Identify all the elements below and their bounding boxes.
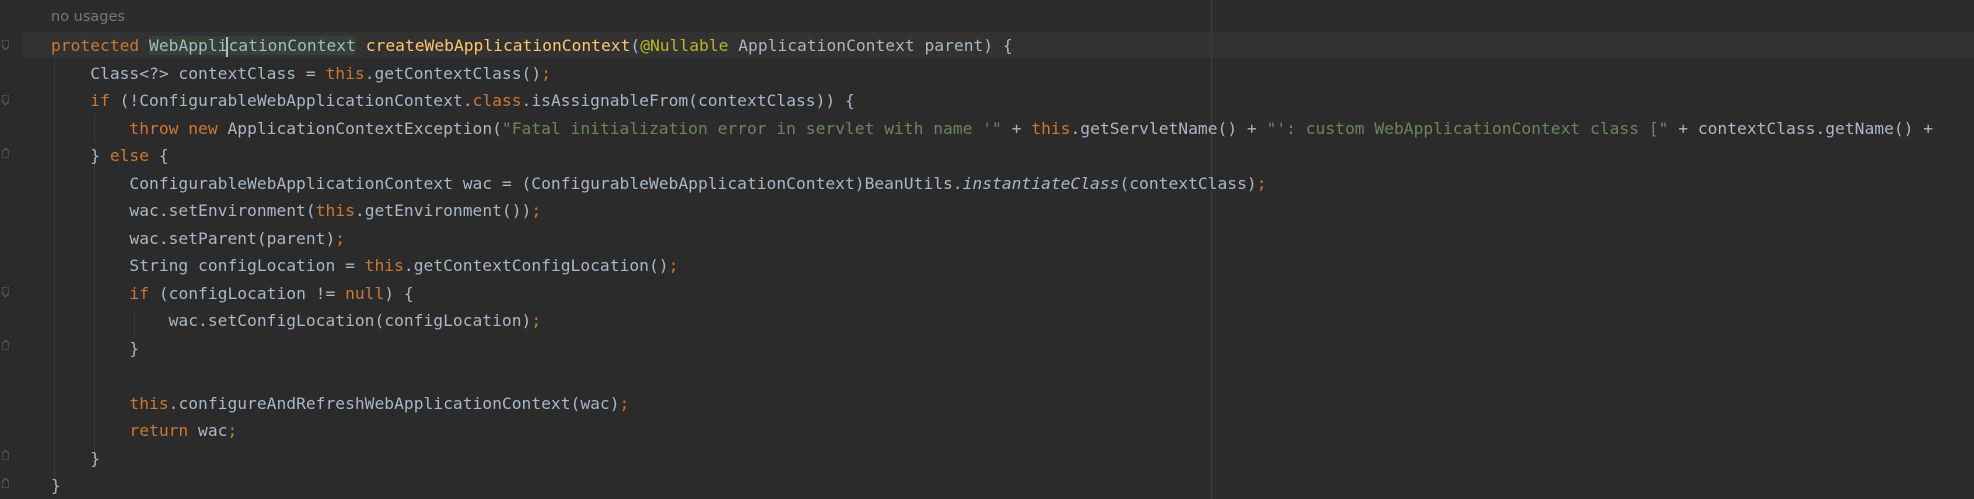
code-line[interactable]: } [51,445,100,472]
code-line[interactable]: } [51,335,139,362]
code-token: wac [188,421,228,440]
fold-marker-icon[interactable] [2,287,9,297]
code-token: ; [335,228,346,248]
code-line[interactable]: throw new ApplicationContextException("F… [51,115,1933,142]
code-token: } [51,448,101,468]
code-line[interactable]: ConfigurableWebApplicationContext wac = … [51,170,1267,197]
code-token: else [109,146,150,165]
code-line[interactable]: if (!ConfigurableWebApplicationContext.c… [51,87,855,114]
code-token: throw new [129,118,218,138]
code-token: } [51,146,110,165]
code-token: null [345,283,385,303]
code-token: ; [227,421,238,440]
code-token: ; [619,393,630,413]
code-token: if [90,91,110,110]
code-line[interactable]: this.configureAndRefreshWebApplicationCo… [51,390,629,417]
code-token: ; [1256,173,1267,193]
code-token: ConfigurableWebApplicationContext wac = … [51,173,963,193]
code-token: ( [630,36,641,55]
code-token: (!ConfigurableWebApplicationContext. [109,91,473,110]
code-editor[interactable]: no usages protected WebApplicationContex… [0,0,1974,499]
code-token: "Fatal initialization error in servlet w… [501,118,1002,138]
code-token: ApplicationContextException( [217,118,502,138]
right-margin-guide [1211,0,1212,499]
code-token: .isAssignableFrom(contextClass)) { [521,91,855,110]
fold-marker-icon[interactable] [2,478,9,488]
text-caret [226,36,229,57]
code-token: "': custom WebApplicationContext class [… [1266,118,1669,138]
code-token: .getContextConfigLocation() [403,256,669,275]
code-token: } [51,338,140,358]
code-token: ; [531,201,542,220]
code-token: + [1001,118,1032,138]
code-token: ; [668,256,679,275]
code-token: (contextClass) [1119,173,1257,193]
editor-gutter [0,0,22,499]
code-token: .getEnvironment()) [354,201,532,220]
code-token: class [472,91,522,110]
code-token: this [1031,118,1071,138]
code-token: protected [51,36,140,55]
code-token: wac.setConfigLocation(configLocation) [51,311,532,330]
code-token: createWebApplicationContext [365,36,631,55]
code-line[interactable]: wac.setConfigLocation(configLocation); [51,307,542,334]
code-token: ; [531,311,542,330]
code-token: @Nullable [640,36,729,55]
code-line[interactable]: wac.setParent(parent); [51,225,345,252]
code-line[interactable]: String configLocation = this.getContextC… [51,252,678,279]
code-token: this [315,201,355,220]
code-token: this [129,393,169,413]
code-line[interactable]: } [51,472,61,499]
code-token: + contextClass.getName() + [1668,118,1934,138]
fold-marker-icon[interactable] [2,40,9,50]
code-line[interactable]: wac.setEnvironment(this.getEnvironment()… [51,197,541,224]
code-token: .getContextClass() [364,63,542,83]
code-token: } [51,476,61,495]
code-line[interactable]: return wac; [51,417,237,444]
code-token: this [364,256,404,275]
code-token: ; [541,63,551,83]
fold-marker-icon[interactable] [2,450,9,460]
code-token: return [129,421,189,440]
code-token: WebApplicationContext [149,36,356,57]
code-token: Class<?> contextClass = [51,63,326,83]
code-token: (configLocation != [149,283,346,303]
code-line[interactable]: protected WebApplicationContext createWe… [51,32,1013,59]
fold-marker-icon[interactable] [2,148,9,158]
code-token: .getServletName() + [1070,118,1267,138]
code-line[interactable]: if (configLocation != null) { [51,280,414,307]
code-token: { [149,146,169,165]
fold-marker-icon[interactable] [2,95,9,105]
code-token: instantiateClass [962,173,1120,193]
usages-hint[interactable]: no usages [51,4,125,31]
code-token: .configureAndRefreshWebApplicationContex… [168,393,620,413]
code-token: if [129,283,150,303]
code-token: ApplicationContext parent) { [728,36,1013,55]
code-line[interactable]: Class<?> contextClass = this.getContextC… [51,60,551,87]
code-line[interactable]: } else { [51,142,169,169]
fold-marker-icon[interactable] [2,340,9,350]
code-token: this [325,63,365,83]
code-token: wac.setEnvironment( [51,201,316,220]
code-token: ) { [384,283,414,303]
code-token: String configLocation = [51,256,365,275]
code-token: wac.setParent(parent) [51,228,336,248]
